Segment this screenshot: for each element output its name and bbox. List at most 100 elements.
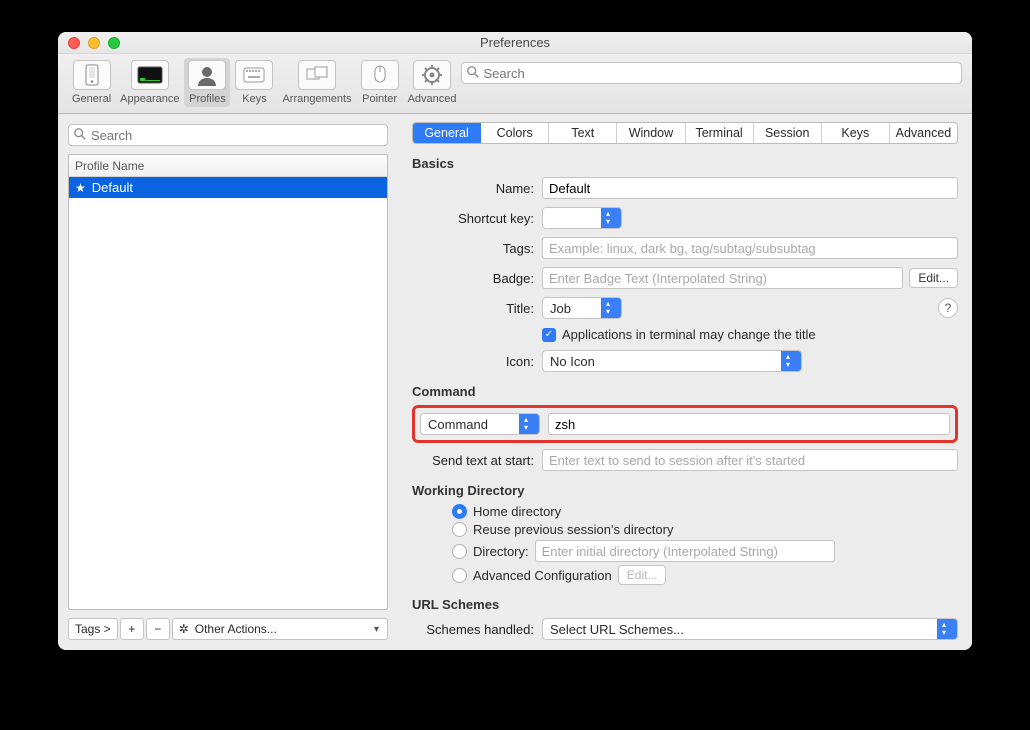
toolbar-item-pointer[interactable]: Pointer [357,58,403,107]
icon-label: Icon: [412,354,534,369]
command-highlight: Command [412,405,958,443]
tab-terminal[interactable]: Terminal [686,123,754,143]
badge-field[interactable] [542,267,903,289]
appearance-icon [131,60,169,90]
profile-search[interactable] [68,124,388,146]
toolbar: General Appearance Profiles Keys [58,54,972,114]
arrangements-icon [298,60,336,90]
directory-field[interactable] [535,540,835,562]
name-label: Name: [412,181,534,196]
sidebar: Profile Name ★ Default Tags > + − ✲ Othe… [58,114,398,650]
titlebar: Preferences [58,32,972,54]
send-text-field[interactable] [542,449,958,471]
toolbar-items: General Appearance Profiles Keys [68,58,461,107]
add-profile-button[interactable]: + [120,618,144,640]
toolbar-label: Appearance [120,93,179,105]
toolbar-item-general[interactable]: General [68,58,115,107]
tags-dropdown[interactable]: Tags > [68,618,118,640]
profiles-icon [188,60,226,90]
apps-change-title-checkbox[interactable]: ✓ [542,328,556,342]
workdir-edit-button: Edit... [618,565,667,585]
toolbar-search-input[interactable] [461,62,963,84]
url-heading: URL Schemes [412,597,958,612]
command-mode-select[interactable]: Command [420,413,540,435]
tab-window[interactable]: Window [617,123,685,143]
workdir-reuse-row[interactable]: Reuse previous session's directory [452,522,958,537]
toolbar-label: Arrangements [282,93,351,105]
close-window-button[interactable] [68,37,80,49]
toolbar-item-keys[interactable]: Keys [231,58,277,107]
schemes-select[interactable]: Select URL Schemes... [542,618,958,640]
tab-keys[interactable]: Keys [822,123,890,143]
name-field[interactable] [542,177,958,199]
workdir-dir-row[interactable]: Directory: [452,540,958,562]
tab-session[interactable]: Session [754,123,822,143]
radio-directory-label: Directory: [473,544,529,559]
pointer-icon [361,60,399,90]
sidebar-footer: Tags > + − ✲ Other Actions... [68,618,388,640]
toolbar-label: General [72,93,111,105]
keys-icon [235,60,273,90]
profile-column-header[interactable]: Profile Name [69,155,387,177]
schemes-label: Schemes handled: [412,622,534,637]
radio-reuse-label: Reuse previous session's directory [473,522,673,537]
star-icon: ★ [75,181,86,195]
preferences-window: Preferences General Appearance Profiles [58,32,972,650]
radio-home-label: Home directory [473,504,561,519]
badge-label: Badge: [412,271,534,286]
badge-edit-button[interactable]: Edit... [909,268,958,288]
toolbar-item-arrangements[interactable]: Arrangements [278,58,355,107]
shortcut-label: Shortcut key: [412,211,534,226]
help-button[interactable]: ? [938,298,958,318]
toolbar-label: Keys [242,93,266,105]
other-actions-dropdown[interactable]: ✲ Other Actions... [172,618,388,640]
tab-colors[interactable]: Colors [481,123,549,143]
radio-reuse[interactable] [452,522,467,537]
tab-text[interactable]: Text [549,123,617,143]
workdir-heading: Working Directory [412,483,958,498]
tags-field[interactable] [542,237,958,259]
shortcut-select[interactable] [542,207,622,229]
title-select[interactable]: Job [542,297,622,319]
remove-profile-button[interactable]: − [146,618,170,640]
toolbar-search[interactable] [461,62,963,84]
tags-label: Tags: [412,241,534,256]
send-text-label: Send text at start: [412,453,534,468]
profile-search-input[interactable] [68,124,388,146]
profile-name: Default [92,180,133,195]
radio-home[interactable] [452,504,467,519]
workdir-advanced-row[interactable]: Advanced Configuration Edit... [452,565,958,585]
toolbar-item-profiles[interactable]: Profiles [184,58,230,107]
settings-pane: General Colors Text Window Terminal Sess… [398,114,972,650]
icon-select[interactable]: No Icon [542,350,802,372]
gear-icon: ✲ [179,622,189,636]
workdir-home-row[interactable]: Home directory [452,504,958,519]
general-icon [73,60,111,90]
toolbar-item-advanced[interactable]: Advanced [404,58,461,107]
search-icon [466,65,480,79]
zoom-window-button[interactable] [108,37,120,49]
tab-advanced[interactable]: Advanced [890,123,957,143]
toolbar-label: Pointer [362,93,397,105]
gear-icon [413,60,451,90]
command-heading: Command [412,384,958,399]
profile-tabs: General Colors Text Window Terminal Sess… [412,122,958,144]
radio-advanced[interactable] [452,568,467,583]
radio-directory[interactable] [452,544,467,559]
radio-advanced-label: Advanced Configuration [473,568,612,583]
basics-heading: Basics [412,156,958,171]
search-icon [73,127,87,141]
command-field[interactable] [548,413,950,435]
minimize-window-button[interactable] [88,37,100,49]
toolbar-item-appearance[interactable]: Appearance [116,58,183,107]
apps-change-title-label: Applications in terminal may change the … [562,327,816,342]
toolbar-label: Advanced [408,93,457,105]
profile-row[interactable]: ★ Default [69,177,387,198]
traffic-lights [68,37,120,49]
window-title: Preferences [58,35,972,50]
tab-general[interactable]: General [413,123,481,143]
toolbar-label: Profiles [189,93,226,105]
title-label: Title: [412,301,534,316]
other-actions-label: Other Actions... [195,622,277,636]
profile-table: Profile Name ★ Default [68,154,388,610]
